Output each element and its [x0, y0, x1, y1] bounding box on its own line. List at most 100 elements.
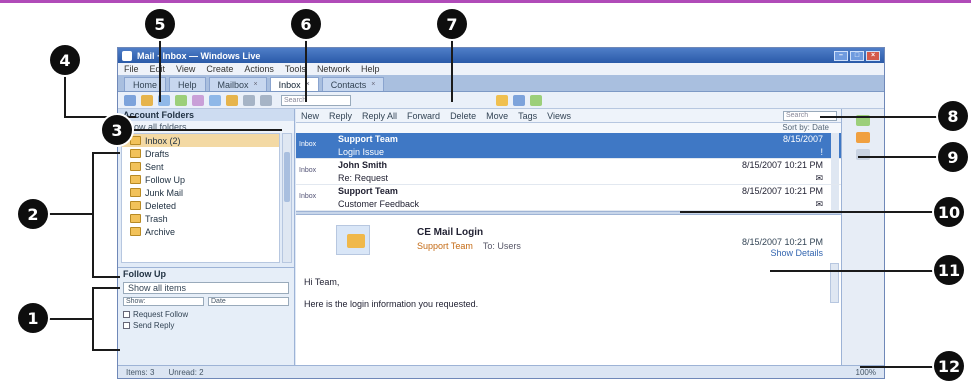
reading-header: CE Mail Login Support Team To: Users 8/1… [302, 223, 835, 263]
reading-pane: CE Mail Login Support Team To: Users 8/1… [296, 215, 841, 319]
tab-label: Mailbox [217, 79, 249, 90]
leader-line-3 [117, 129, 282, 131]
tab-help[interactable]: Help [169, 77, 206, 91]
follow-up-select[interactable]: Show all items [123, 282, 289, 294]
folder-item-archive[interactable]: Archive [122, 225, 279, 238]
tab-inbox[interactable]: Inbox × [269, 77, 319, 91]
follow-up-filter-label[interactable]: Show: [123, 297, 204, 306]
menu-network[interactable]: Network [317, 64, 350, 74]
calendar-icon[interactable] [513, 94, 525, 106]
window-title: Mail · Inbox — Windows Live [137, 50, 261, 61]
folder-label: Deleted [145, 200, 177, 211]
minimize-icon[interactable]: – [834, 50, 848, 61]
print-icon[interactable] [175, 94, 187, 106]
priority-icon: ! [820, 147, 823, 157]
folder-item-follow-up[interactable]: Follow Up [122, 173, 279, 186]
menu-create[interactable]: Create [206, 64, 233, 74]
reading-scrollbar[interactable] [830, 263, 839, 303]
tab-mailbox[interactable]: Mailbox × [208, 77, 267, 91]
status-unread: Unread: 2 [168, 367, 204, 377]
sort-row[interactable]: Sort by: Date [296, 123, 841, 133]
menu-help[interactable]: Help [361, 64, 380, 74]
folder-icon [130, 136, 141, 145]
folder-item-deleted[interactable]: Deleted [122, 199, 279, 212]
view-reply-button[interactable]: Reply [329, 111, 352, 121]
view-toolbar: New Reply Reply All Forward Delete Move … [296, 109, 841, 123]
tasks-icon[interactable] [856, 132, 870, 143]
flag-icon[interactable] [496, 94, 508, 106]
maximize-icon[interactable]: □ [850, 50, 864, 61]
menu-view[interactable]: View [176, 64, 195, 74]
menu-actions[interactable]: Actions [244, 64, 274, 74]
title-bar: Mail · Inbox — Windows Live – □ × [118, 48, 884, 63]
new-icon[interactable] [124, 94, 136, 106]
copy-icon[interactable] [209, 94, 221, 106]
folder-pane-subtitle[interactable]: Show all folders [118, 121, 294, 133]
tab-label: Home [133, 79, 158, 90]
follow-up-filter-row: Show: Date [123, 296, 289, 307]
reading-body: Hi Team, Here is the login information y… [302, 275, 835, 311]
message-list-scrollbar[interactable] [831, 185, 839, 210]
callout-bracket-2 [92, 152, 120, 278]
contacts-icon[interactable] [530, 94, 542, 106]
message-list-scrollbar[interactable] [831, 133, 839, 158]
folder-icon [130, 175, 141, 184]
menu-edit[interactable]: Edit [150, 64, 166, 74]
redo-icon[interactable] [260, 94, 272, 106]
message-sender: Support Team [338, 134, 398, 144]
folder-item-trash[interactable]: Trash [122, 212, 279, 225]
toolbar-search-input[interactable]: Search [281, 94, 351, 106]
folder-label: Drafts [145, 148, 170, 159]
folder-item-junk[interactable]: Junk Mail [122, 186, 279, 199]
callout-12: 12 [934, 351, 964, 381]
paste-icon[interactable] [226, 94, 238, 106]
view-views-button[interactable]: Views [547, 111, 571, 121]
message-row[interactable]: Inbox Support Team 8/15/2007 Login Issue! [296, 133, 841, 159]
menu-tools[interactable]: Tools [285, 64, 306, 74]
close-tab-icon[interactable]: × [371, 81, 375, 88]
tab-contacts[interactable]: Contacts × [321, 77, 385, 91]
leader-line-10 [680, 211, 940, 213]
folder-item-inbox[interactable]: Inbox (2) [122, 134, 279, 147]
right-sidebar [841, 109, 884, 365]
notes-icon[interactable] [856, 149, 870, 160]
view-new-button[interactable]: New [301, 111, 319, 121]
view-tags-button[interactable]: Tags [518, 111, 537, 121]
follow-up-item[interactable]: Send Reply [123, 320, 289, 330]
cut-icon[interactable] [192, 94, 204, 106]
follow-up-filter-value[interactable]: Date [208, 297, 289, 306]
close-tab-icon[interactable]: × [254, 81, 258, 88]
scrollbar-thumb[interactable] [284, 152, 290, 202]
tab-label: Contacts [330, 79, 367, 90]
message-row[interactable]: Inbox John Smith 8/15/2007 10:21 PM Re: R… [296, 159, 841, 185]
reading-subject: Support Team [417, 241, 473, 251]
close-icon[interactable]: × [866, 50, 880, 61]
view-delete-button[interactable]: Delete [450, 111, 476, 121]
window-body: Account Folders Show all folders Inbox (… [118, 109, 884, 365]
callout-6: 6 [291, 9, 321, 39]
folder-list: Inbox (2) Drafts Sent Follow Up Junk Mai… [121, 133, 280, 263]
view-forward-button[interactable]: Forward [407, 111, 440, 121]
tab-label: Help [178, 79, 197, 90]
folder-item-drafts[interactable]: Drafts [122, 147, 279, 160]
message-list-scrollbar[interactable] [831, 159, 839, 184]
folder-scrollbar[interactable] [282, 133, 292, 263]
follow-up-item[interactable]: Request Follow [123, 309, 289, 319]
menu-file[interactable]: File [124, 64, 139, 74]
open-icon[interactable] [141, 94, 153, 106]
callout-bracket-1 [92, 287, 120, 351]
show-details-link[interactable]: Show Details [770, 248, 823, 258]
checkbox[interactable] [123, 310, 130, 318]
view-move-button[interactable]: Move [486, 111, 508, 121]
callout-8: 8 [938, 101, 968, 131]
view-reply-all-button[interactable]: Reply All [362, 111, 397, 121]
folder-label: Trash [145, 213, 168, 224]
undo-icon[interactable] [243, 94, 255, 106]
folder-item-sent[interactable]: Sent [122, 160, 279, 173]
zoom-level[interactable]: 100% [856, 368, 876, 377]
checkbox[interactable] [123, 321, 130, 329]
message-date: 8/15/2007 10:21 PM [741, 160, 823, 170]
message-row[interactable]: Inbox Support Team 8/15/2007 10:21 PM Cus… [296, 185, 841, 211]
message-folder-label: Inbox [299, 167, 317, 174]
folder-pane-title: Account Folders [118, 109, 294, 121]
